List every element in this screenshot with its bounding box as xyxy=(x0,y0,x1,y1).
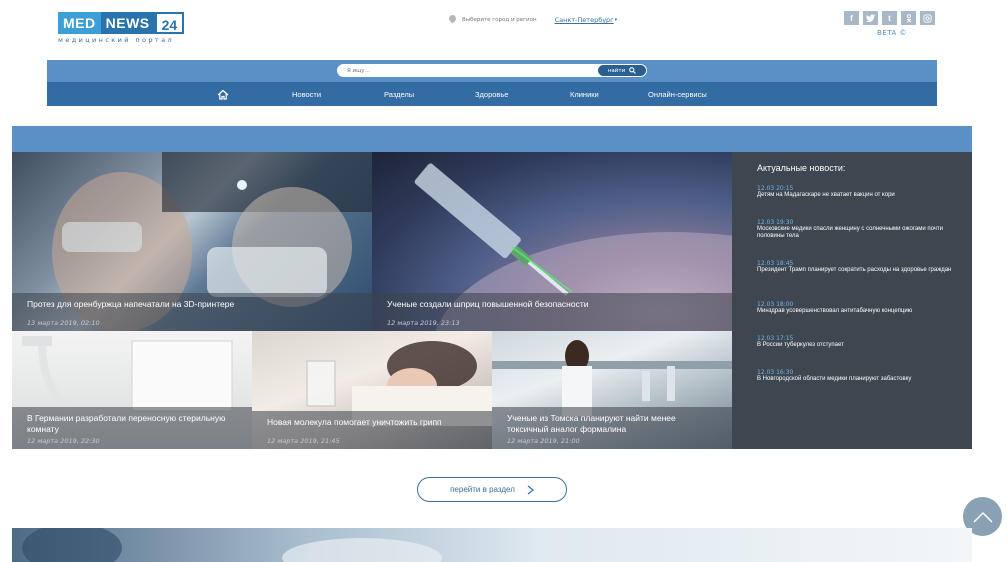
chevron-right-icon xyxy=(527,485,534,494)
nav-online-services[interactable]: Онлайн-сервисы xyxy=(648,82,707,106)
news-time: 12.03 18:45 xyxy=(757,260,794,267)
news-time: 12.03 17:15 xyxy=(757,335,794,342)
next-section-image xyxy=(12,523,972,562)
tile-caption: В Германии разработали переносную стерил… xyxy=(12,407,252,449)
main-nav: Новости Разделы Здоровье Клиники Онлайн-… xyxy=(47,82,937,106)
news-text[interactable]: Московские медики спасли женщину с солне… xyxy=(757,226,957,240)
actual-news-sidebar: Актуальные новости: 12.03 20:15 Детям на… xyxy=(732,152,972,449)
news-time: 12.03 16:30 xyxy=(757,369,794,376)
tile-caption: Протез для оренбуржца напечатали на 3D-п… xyxy=(12,293,372,331)
tile-date: 12 марта 2019, 21:45 xyxy=(267,437,340,445)
news-time: 12.03 18:00 xyxy=(757,301,794,308)
region-city-link[interactable]: Санкт-Петербург xyxy=(555,16,614,24)
twitter-icon[interactable] xyxy=(863,11,878,25)
news-tile[interactable]: Новая молекула помогает уничтожить грипп… xyxy=(252,331,492,449)
search-field-wrap: найти xyxy=(337,64,647,77)
odnoklassniki-icon[interactable] xyxy=(901,11,916,25)
tile-caption: Новая молекула помогает уничтожить грипп… xyxy=(252,411,492,449)
site-logo[interactable]: MED NEWS 24 медицинский портал xyxy=(58,12,185,44)
news-tile[interactable]: Протез для оренбуржца напечатали на 3D-п… xyxy=(12,152,372,331)
news-text[interactable]: Президент Трамп планирует сократить расх… xyxy=(757,267,957,274)
search-input[interactable] xyxy=(337,67,592,74)
tile-title[interactable]: Новая молекула помогает уничтожить грипп xyxy=(267,417,478,428)
tile-title[interactable]: Ученые создали шприц повышенной безопасн… xyxy=(387,299,718,310)
news-text[interactable]: Минздрав усовершенствовал антитабачную к… xyxy=(757,308,957,315)
search-icon xyxy=(629,67,637,74)
search-bar: найти xyxy=(47,60,937,82)
beta-label: BETA © xyxy=(877,29,907,37)
go-to-section-button[interactable]: перейти в раздел xyxy=(417,477,567,502)
nav-health[interactable]: Здоровье xyxy=(475,82,508,106)
go-to-section-label: перейти в раздел xyxy=(450,485,515,494)
logo-med: MED xyxy=(58,12,101,34)
tile-date: 13 марта 2019, 02:10 xyxy=(27,319,100,327)
tile-title[interactable]: Протез для оренбуржца напечатали на 3D-п… xyxy=(27,299,358,310)
nav-clinics[interactable]: Клиники xyxy=(570,82,599,106)
tile-caption: Ученые из Томска планируют найти менее т… xyxy=(492,407,732,449)
list-item[interactable]: 12.03 16:30 В Новгородской области медик… xyxy=(757,369,957,383)
news-text[interactable]: Детям на Мадагаскаре не хватает вакцин о… xyxy=(757,192,957,199)
logo-subtitle: медицинский портал xyxy=(58,36,175,44)
news-text[interactable]: В России туберкулез отступает xyxy=(757,342,957,349)
news-text[interactable]: В Новгородской области медики планируют … xyxy=(757,376,957,383)
news-time: 12.03 20:15 xyxy=(757,185,794,192)
tile-caption: Ученые создали шприц повышенной безопасн… xyxy=(372,293,732,331)
section-header-bar xyxy=(12,126,972,152)
chevron-down-icon[interactable]: ▾ xyxy=(615,17,618,23)
search-button[interactable]: найти xyxy=(598,65,646,76)
search-button-label: найти xyxy=(607,67,626,74)
region-selector: Выберите город и регион Санкт-Петербург … xyxy=(449,15,617,25)
location-pin-icon xyxy=(449,15,456,25)
region-label: Выберите город и регион xyxy=(462,17,537,23)
vk-icon[interactable]: t xyxy=(882,11,897,25)
tile-date: 12 марта 2019, 22:30 xyxy=(27,437,100,445)
facebook-icon[interactable]: f xyxy=(844,11,859,25)
news-tile[interactable]: Ученые создали шприц повышенной безопасн… xyxy=(372,152,732,331)
nav-home[interactable] xyxy=(217,82,229,106)
social-links: f t xyxy=(844,11,935,25)
list-item[interactable]: 12.03 17:15 В России туберкулез отступае… xyxy=(757,335,957,349)
chevron-up-icon xyxy=(972,511,993,523)
nav-news[interactable]: Новости xyxy=(292,82,321,106)
tile-date: 12 марта 2019, 21:00 xyxy=(507,437,580,445)
news-tile[interactable]: Ученые из Томска планируют найти менее т… xyxy=(492,331,732,449)
home-icon xyxy=(217,89,229,100)
surgery-image xyxy=(22,523,442,562)
tile-title[interactable]: В Германии разработали переносную стерил… xyxy=(27,413,238,435)
list-item[interactable]: 12.03 18:00 Минздрав усовершенствовал ан… xyxy=(757,301,957,315)
list-item[interactable]: 12.03 19:30 Московские медики спасли жен… xyxy=(757,219,957,240)
sidebar-heading: Актуальные новости: xyxy=(757,163,846,173)
logo-24: 24 xyxy=(154,12,185,34)
nav-sections[interactable]: Разделы xyxy=(384,82,414,106)
instagram-icon[interactable] xyxy=(920,11,935,25)
news-time: 12.03 19:30 xyxy=(757,219,794,226)
tile-date: 12 марта 2019, 23:13 xyxy=(387,319,460,327)
logo-news: NEWS xyxy=(100,12,155,34)
list-item[interactable]: 12.03 20:15 Детям на Мадагаскаре не хват… xyxy=(757,185,957,199)
list-item[interactable]: 12.03 18:45 Президент Трамп планирует со… xyxy=(757,260,957,274)
tile-title[interactable]: Ученые из Томска планируют найти менее т… xyxy=(507,413,718,435)
news-tile[interactable]: В Германии разработали переносную стерил… xyxy=(12,331,252,449)
